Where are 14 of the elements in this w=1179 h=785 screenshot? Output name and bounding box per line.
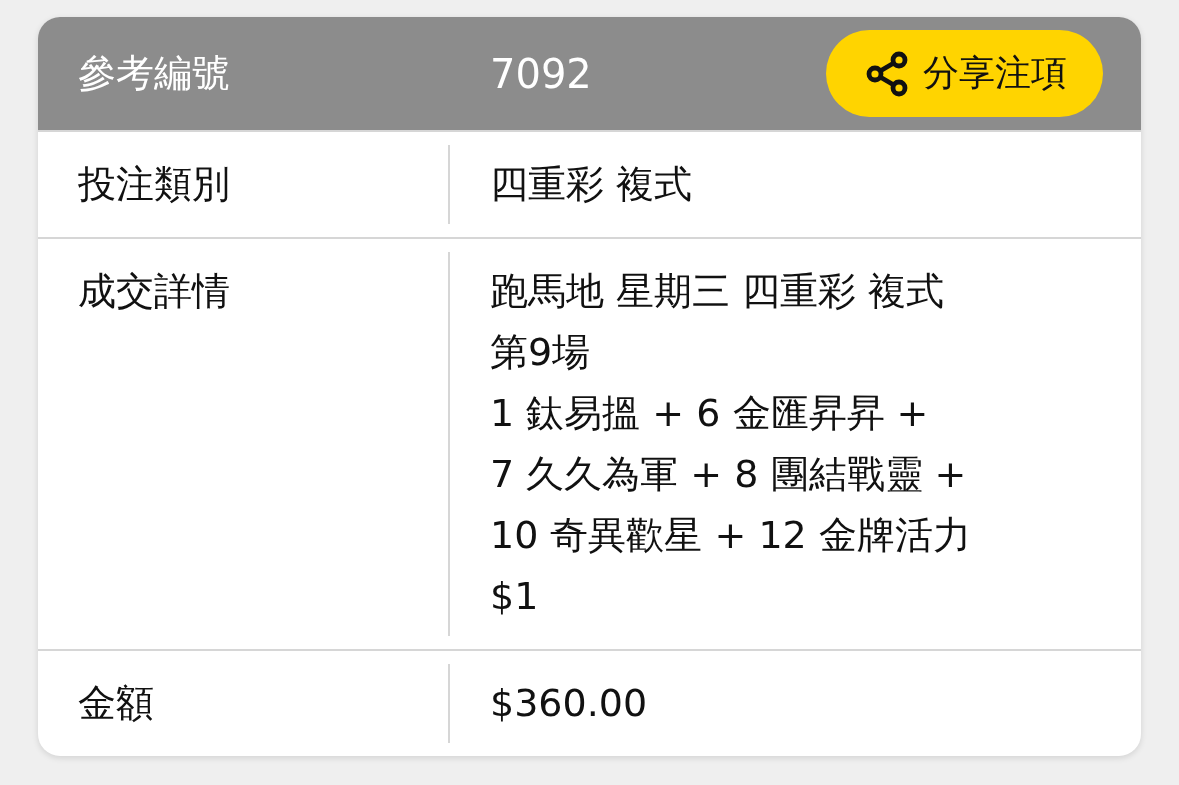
row-label: 投注類別 (77, 161, 231, 208)
row-value: 第9場 (490, 329, 592, 376)
row-value: $360.00 (490, 680, 649, 727)
row-value: 7 久久為軍 + 8 團結戰靈 + (490, 451, 968, 498)
row-value: 10 奇異歡星 + 12 金牌活力 (490, 512, 972, 559)
row-label: 金額 (77, 680, 155, 727)
reference-number: 7092 (489, 50, 593, 97)
row-label: 成交詳情 (77, 268, 231, 315)
row-value: 跑馬地 星期三 四重彩 複式 (490, 268, 946, 315)
row-value: $1 (490, 573, 540, 620)
row-value: 四重彩 複式 (490, 161, 694, 208)
share-button[interactable]: 分享注項 (826, 30, 1103, 117)
row-value: 1 鈦易搵 + 6 金匯昇昇 + (490, 390, 930, 437)
reference-label: 參考編號 (77, 50, 231, 97)
